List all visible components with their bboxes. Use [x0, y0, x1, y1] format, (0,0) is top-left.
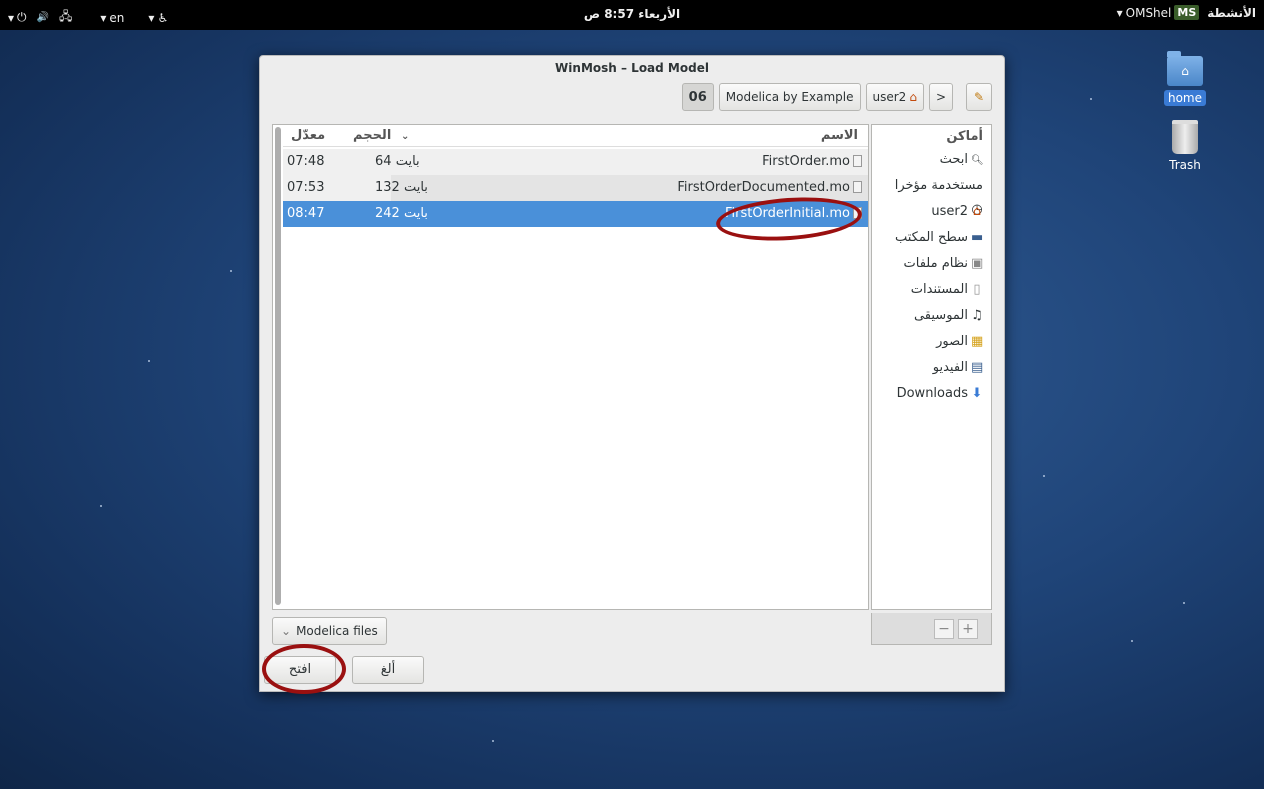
music-icon: ♫: [971, 308, 983, 323]
place-label: المستندات: [910, 282, 968, 297]
place-filesystem[interactable]: نظام ملفات ▣: [872, 252, 991, 278]
place-label: الصور: [936, 334, 968, 349]
drive-icon: ▣: [971, 256, 984, 271]
file-modified: 07:48: [287, 154, 325, 169]
star: [1131, 640, 1133, 642]
file-list[interactable]: معدّل الحجم ⌄ الاسم 07:48 64 بايت FirstO…: [272, 124, 869, 610]
place-pictures[interactable]: الصور ▦: [872, 330, 991, 356]
column-name[interactable]: الاسم: [821, 128, 858, 143]
cancel-button[interactable]: ألغ: [352, 656, 424, 684]
path-bar: 06 Modelica by Example user2 ⌂ > ✎: [681, 83, 992, 111]
document-icon: [853, 181, 862, 193]
chevron-down-icon: ⌄: [281, 624, 292, 638]
file-filter-select[interactable]: ⌄ Modelica files: [272, 617, 387, 645]
documents-icon: ▯: [973, 282, 981, 297]
app-badge: MS: [1174, 5, 1200, 20]
path-button-modelica[interactable]: Modelica by Example: [718, 83, 861, 111]
pictures-icon: ▦: [971, 334, 984, 349]
star: [1090, 98, 1092, 100]
activities-button[interactable]: الأنشطة: [1207, 6, 1256, 20]
place-label: Downloads: [896, 386, 968, 401]
places-toolbar: − +: [871, 613, 992, 645]
place-label: user2: [931, 204, 968, 219]
place-search[interactable]: ابحث 🔍︎: [872, 148, 991, 174]
search-icon: 🔍︎: [971, 155, 984, 166]
column-size[interactable]: الحجم: [353, 128, 391, 143]
remove-place-button[interactable]: −: [934, 619, 954, 639]
file-size: 64 بايت: [375, 154, 420, 169]
file-name-cell: FirstOrder.mo: [762, 154, 862, 169]
home-icon: ⌂: [972, 204, 982, 219]
file-modified: 07:53: [287, 180, 325, 195]
places-header: أماكن: [946, 129, 983, 144]
star: [492, 740, 494, 742]
column-modified[interactable]: معدّل: [291, 128, 325, 143]
add-place-button[interactable]: +: [958, 619, 978, 639]
file-row[interactable]: 07:53 132 بايت FirstOrderDocumented.mo: [283, 175, 868, 201]
trash-desktop-icon[interactable]: Trash: [1160, 120, 1210, 172]
place-music[interactable]: الموسيقى ♫: [872, 304, 991, 330]
path-next-button[interactable]: >: [928, 83, 953, 111]
desktop-icon: ▬: [971, 230, 984, 245]
file-name-cell: FirstOrderDocumented.mo: [677, 180, 862, 195]
place-downloads[interactable]: Downloads ⬇: [872, 382, 991, 408]
star: [148, 360, 150, 362]
pencil-icon: ✎: [973, 90, 985, 104]
place-videos[interactable]: الفيديو ▤: [872, 356, 991, 382]
scrollbar[interactable]: [275, 127, 281, 605]
places-sidebar: أماكن ابحث 🔍︎ مستخدمة مؤخرا◷ user2 ⌂ سطح ا…: [871, 124, 992, 610]
place-label: نظام ملفات: [903, 256, 968, 271]
file-modified: 08:47: [287, 206, 325, 221]
home-folder-icon: ⌂: [1167, 51, 1203, 86]
star: [230, 270, 232, 272]
place-recent[interactable]: مستخدمة مؤخرا◷: [872, 174, 991, 217]
place-desktop[interactable]: سطح المكتب ▬: [872, 226, 991, 252]
sort-chevron-icon: ⌄: [401, 131, 410, 142]
edit-location-button[interactable]: ✎: [966, 83, 992, 111]
place-label: مستخدمة مؤخرا: [894, 178, 983, 193]
file-size: 132 بايت: [375, 180, 428, 195]
path-button-user2[interactable]: user2 ⌂: [865, 83, 924, 111]
chevron-down-icon: ▾: [1116, 5, 1123, 20]
place-documents[interactable]: المستندات ▯: [872, 278, 991, 304]
column-header: معدّل الحجم ⌄ الاسم: [283, 125, 868, 147]
filter-label: Modelica files: [296, 624, 378, 638]
load-model-dialog: WinMosh – Load Model 06 Modelica by Exam…: [259, 55, 1005, 694]
app-menu[interactable]: ▾ OMShel MS: [1117, 5, 1200, 20]
place-label: سطح المكتب: [894, 230, 968, 245]
top-bar: ▾ ⏻ 🔊 🖧 ▾ en ▾ ♿ الأربعاء 8:57 ص ▾ OMShe…: [0, 0, 1264, 30]
video-icon: ▤: [971, 360, 984, 375]
place-user2[interactable]: user2 ⌂: [872, 200, 991, 226]
place-label: الموسيقى: [913, 308, 968, 323]
path-user2-label: user2: [872, 90, 907, 104]
home-label: home: [1163, 90, 1207, 106]
home-desktop-icon[interactable]: ⌂ home: [1160, 51, 1210, 106]
app-menu-area: ▾ OMShel MS الأنشطة: [1117, 5, 1256, 20]
highlight-circle: [262, 644, 346, 694]
file-name: FirstOrderDocumented.mo: [677, 180, 850, 195]
trash-label: Trash: [1169, 158, 1201, 172]
home-icon: ⌂: [909, 90, 917, 104]
place-label: ابحث: [939, 152, 968, 167]
file-row[interactable]: 07:48 64 بايت FirstOrder.mo: [283, 149, 868, 175]
file-name: FirstOrder.mo: [762, 154, 850, 169]
dialog-title: WinMosh – Load Model: [555, 61, 709, 75]
clock[interactable]: الأربعاء 8:57 ص: [0, 7, 1264, 21]
download-icon: ⬇: [971, 386, 983, 401]
path-button-06[interactable]: 06: [681, 83, 714, 111]
star: [100, 505, 102, 507]
trash-icon: [1172, 120, 1198, 154]
star: [1183, 602, 1185, 604]
place-label: الفيديو: [932, 360, 968, 375]
star: [1043, 475, 1045, 477]
file-size: 242 بايت: [375, 206, 428, 221]
document-icon: [853, 155, 862, 167]
app-name: OMShel: [1125, 5, 1172, 20]
